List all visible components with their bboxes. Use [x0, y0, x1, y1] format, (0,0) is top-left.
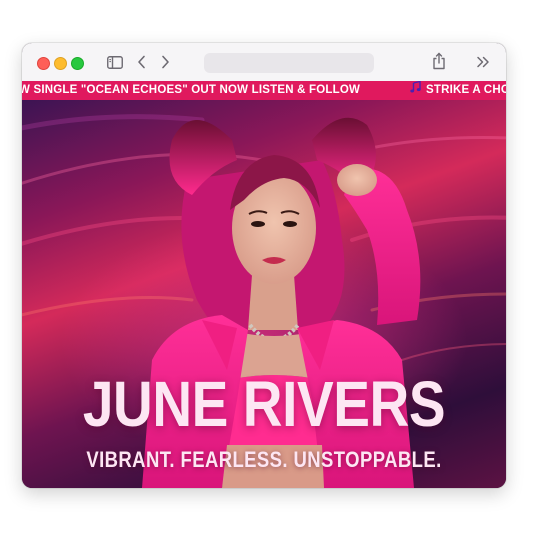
browser-window: W SINGLE "OCEAN ECHOES" OUT NOW LISTEN &…: [22, 43, 506, 488]
tagline: VIBRANT. FEARLESS. UNSTOPPABLE.: [86, 447, 442, 472]
music-note-icon: [410, 81, 421, 100]
close-window-button[interactable]: [37, 57, 50, 70]
address-bar[interactable]: [204, 53, 374, 73]
maximize-window-button[interactable]: [71, 57, 84, 70]
ticker-item[interactable]: STRIKE A CHO: [410, 81, 506, 100]
artist-name-heading: JUNE RIVERS: [82, 368, 446, 440]
minimize-window-button[interactable]: [54, 57, 67, 70]
more-icon[interactable]: [475, 52, 491, 72]
share-icon[interactable]: [431, 50, 447, 72]
sidebar-icon[interactable]: [106, 52, 124, 72]
news-ticker[interactable]: W SINGLE "OCEAN ECHOES" OUT NOW LISTEN &…: [22, 81, 506, 100]
ticker-item[interactable]: W SINGLE "OCEAN ECHOES" OUT NOW LISTEN &…: [22, 81, 360, 100]
forward-icon[interactable]: [158, 52, 172, 72]
browser-toolbar: [22, 43, 506, 82]
back-icon[interactable]: [134, 52, 148, 72]
ticker-item-label: STRIKE A CHO: [426, 84, 506, 96]
hero-banner: JUNE RIVERS VIBRANT. FEARLESS. UNSTOPPAB…: [22, 100, 506, 488]
